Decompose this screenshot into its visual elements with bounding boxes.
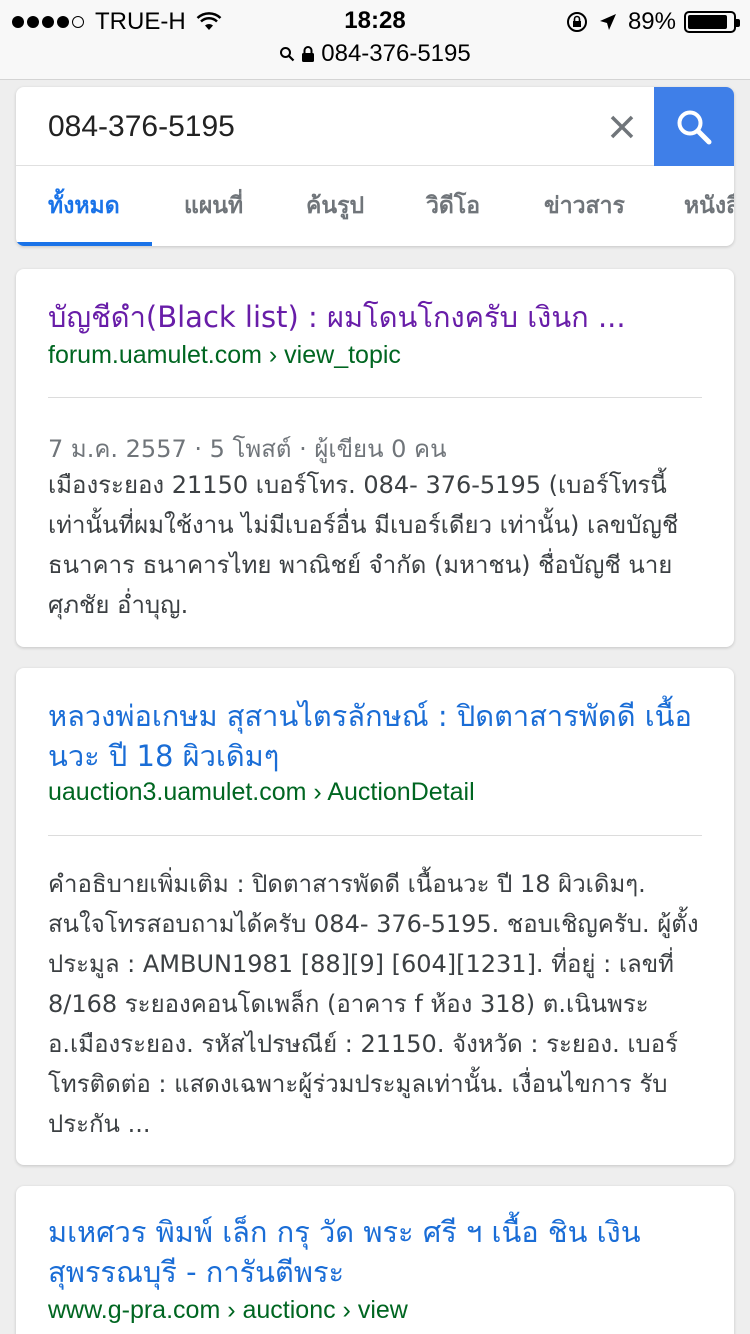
search-small-icon (280, 47, 295, 62)
result-url[interactable]: www.g-pra.com › auctionc › view (48, 1296, 408, 1325)
search-button[interactable] (654, 87, 734, 166)
result-snippet: คำอธิบายเพิ่มเติม : ปิดตาสารพัดดี เนื้อน… (48, 870, 699, 1138)
result-title-link[interactable]: บัญชีดำ(Black list) : ผมโดนโกงครับ เงินก… (48, 297, 710, 337)
lock-icon (302, 46, 315, 62)
clear-button[interactable] (602, 107, 642, 147)
search-box-card: ทั้งหมด แผนที่ ค้นรูป วิดีโอ ข่าวสาร หนั… (16, 87, 734, 246)
search-input[interactable] (48, 105, 588, 149)
active-tab-indicator (16, 242, 152, 246)
tab-maps[interactable]: แผนที่ (184, 167, 243, 246)
result-meta: 7 ม.ค. 2557 · 5 โพสต์ · ผู้เขียน 0 คน (48, 435, 447, 463)
tab-books[interactable]: หนังสือ (684, 167, 734, 246)
location-arrow-icon (599, 14, 616, 30)
tab-images[interactable]: ค้นรูป (306, 167, 364, 246)
divider (48, 835, 702, 836)
status-bar: TRUE-H 18:28 89% 084-376-5195 (0, 0, 750, 80)
url-text: 084-376-5195 (321, 40, 471, 67)
tab-news[interactable]: ข่าวสาร (544, 167, 625, 246)
status-right: 89% (566, 8, 740, 36)
result-snippet: เมืองระยอง 21150 เบอร์โทร. 084- 376-5195… (48, 471, 679, 619)
rotation-lock-icon (566, 12, 587, 32)
search-result: มเหศวร พิมพ์ เล็ก กรุ วัด พระ ศรี ฯ เนื้… (16, 1186, 734, 1334)
tab-videos[interactable]: วิดีโอ (426, 167, 480, 246)
search-result: บัญชีดำ(Black list) : ผมโดนโกงครับ เงินก… (16, 269, 734, 647)
result-url[interactable]: uauction3.uamulet.com › AuctionDetail (48, 778, 475, 807)
result-title-link[interactable]: หลวงพ่อเกษม สุสานไตรลักษณ์ : ปิดตาสารพัด… (48, 696, 710, 776)
tab-all[interactable]: ทั้งหมด (48, 167, 120, 246)
url-bar[interactable]: 084-376-5195 (0, 40, 750, 68)
result-url[interactable]: forum.uamulet.com › view_topic (48, 341, 401, 370)
close-icon (610, 115, 634, 139)
battery-icon (684, 11, 740, 33)
battery-percent: 89% (627, 8, 676, 35)
result-title-link[interactable]: มเหศวร พิมพ์ เล็ก กรุ วัด พระ ศรี ฯ เนื้… (48, 1212, 710, 1292)
divider (48, 397, 702, 398)
search-icon (677, 110, 712, 144)
battery-fill (688, 15, 728, 29)
search-result: หลวงพ่อเกษม สุสานไตรลักษณ์ : ปิดตาสารพัด… (16, 668, 734, 1165)
search-tabs: ทั้งหมด แผนที่ ค้นรูป วิดีโอ ข่าวสาร หนั… (16, 167, 734, 246)
search-row (16, 87, 734, 166)
